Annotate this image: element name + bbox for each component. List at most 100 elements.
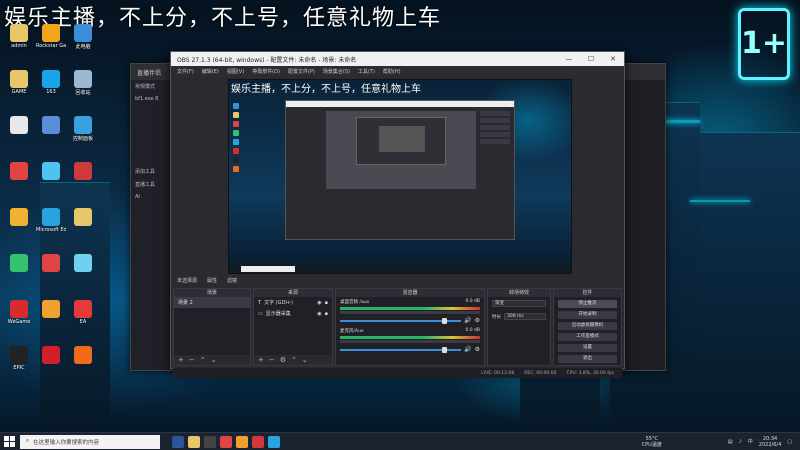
desktop-icon[interactable]: GAME (4, 70, 34, 95)
app-taskbar-icon[interactable] (252, 435, 264, 448)
start-button[interactable] (0, 433, 18, 450)
source-item[interactable]: ▭ 显示器采集 ◉ ▪ (254, 308, 332, 319)
app-taskbar-icon[interactable] (220, 435, 232, 448)
brand-sign: 1+ (738, 8, 790, 80)
speaker-icon[interactable]: 🔊 (464, 346, 471, 353)
menu-tools[interactable]: 工具(T) (358, 68, 375, 75)
desktop-icon[interactable] (68, 208, 98, 227)
desktop-icon[interactable] (4, 116, 34, 135)
menu-profile[interactable]: 配置文件(P) (288, 68, 315, 75)
obs-window[interactable]: OBS 27.1.3 (64-bit, windows) - 配置文件: 未命名… (170, 51, 625, 378)
desktop-icon[interactable]: EPIC (4, 346, 34, 371)
obs-preview[interactable]: 娱乐主播，不上分，不上号，任意礼物上车 (228, 79, 572, 274)
desktop-icon[interactable] (68, 254, 98, 273)
volume-slider[interactable] (340, 317, 462, 324)
obs-taskbar-icon[interactable] (204, 435, 216, 448)
eye-icon[interactable]: ◉ (317, 300, 321, 306)
duration-input[interactable]: 300 ms (504, 313, 546, 320)
source-label: 文字 (GDI+) (264, 300, 293, 306)
desktop-icon[interactable]: Microsoft Edge (36, 208, 66, 233)
windows-icon (3, 436, 15, 447)
settings-button[interactable]: 设置 (558, 344, 617, 352)
desktop-icon[interactable] (4, 162, 34, 181)
desktop-icon[interactable]: EA (68, 300, 98, 325)
close-icon[interactable]: ✕ (602, 55, 624, 63)
desktop-icon[interactable]: 163 (36, 70, 66, 95)
window-title: 直播伴侣 (137, 69, 162, 77)
desktop-icon[interactable] (4, 208, 34, 227)
desktop-icon[interactable] (68, 346, 98, 365)
maximize-icon[interactable]: ☐ (580, 55, 602, 63)
desktop-icon[interactable]: 此电脑 (68, 24, 98, 50)
menu-edit[interactable]: 编辑(E) (202, 68, 219, 75)
cpu-temperature[interactable]: 55°C CPU温度 (642, 436, 662, 448)
exit-button[interactable]: 退出 (558, 355, 617, 363)
source-label: 显示器采集 (265, 311, 291, 317)
add-icon[interactable]: + (178, 356, 184, 364)
virtual-camera-button[interactable]: 启动虚拟摄像机 (558, 322, 617, 330)
app-taskbar-icon[interactable] (236, 435, 248, 448)
gear-icon[interactable]: ⚙ (475, 317, 480, 324)
search-icon: ⌕ (26, 438, 30, 444)
sidebar-item-game[interactable]: bf1.exe 8 (131, 93, 174, 105)
sidebar-item-live-tools[interactable]: 直播工具 (131, 178, 174, 191)
menu-scene-collection[interactable]: 场景集合(S) (323, 68, 350, 75)
studio-mode-button[interactable]: 工作室模式 (558, 333, 617, 341)
menu-help[interactable]: 帮助(H) (383, 68, 401, 75)
desktop-icon[interactable]: WeGame (4, 300, 34, 325)
network-icon[interactable]: ▤ (728, 439, 733, 445)
desktop-icon[interactable]: 回收站 (68, 70, 98, 96)
chevron-down-icon[interactable]: ⌄ (302, 356, 308, 364)
taskbar-search-input[interactable]: ⌕ 在这里输入你要搜索的内容 (20, 434, 160, 449)
speaker-icon[interactable]: 🔊 (464, 317, 471, 324)
desktop-icon[interactable] (36, 254, 66, 273)
notification-icon[interactable]: ▢ (787, 439, 792, 445)
task-view-icon[interactable] (172, 435, 184, 448)
sidebar-item-ai[interactable]: AI (131, 191, 174, 203)
nested-obs-window (285, 100, 515, 240)
search-placeholder: 在这里输入你要搜索的内容 (33, 439, 100, 446)
gear-icon[interactable]: ⚙ (475, 346, 480, 353)
desktop-icon[interactable] (36, 116, 66, 135)
minimize-icon[interactable]: — (558, 55, 580, 63)
desktop-icon[interactable] (36, 346, 66, 365)
desktop-icon[interactable] (36, 300, 66, 319)
transition-select[interactable]: 渐变 (492, 300, 546, 307)
app-icon (74, 300, 92, 318)
app-icon (10, 208, 28, 226)
menu-view[interactable]: 视图(V) (227, 68, 244, 75)
speaker-icon[interactable]: ♪ (739, 439, 742, 445)
properties-button[interactable]: 属性 (207, 277, 217, 284)
lock-icon[interactable]: ▪ (325, 311, 328, 317)
sidebar-item-add-tool[interactable]: 添加工具 (131, 165, 174, 178)
remove-icon[interactable]: − (189, 356, 195, 364)
eye-icon[interactable]: ◉ (317, 311, 321, 317)
scene-item[interactable]: 场景 2 (174, 297, 250, 308)
lock-icon[interactable]: ▪ (325, 300, 328, 306)
desktop-icon[interactable]: 控制面板 (68, 116, 98, 142)
app-taskbar-icon[interactable] (268, 435, 280, 448)
menu-file[interactable]: 文件(F) (177, 68, 194, 75)
gear-icon[interactable]: ⚙ (280, 356, 286, 364)
menu-docks[interactable]: 停靠部件(D) (252, 68, 280, 75)
desktop-icon[interactable] (68, 162, 98, 181)
desktop-icon[interactable]: Rockstar Games (36, 24, 66, 49)
volume-slider[interactable] (340, 346, 462, 353)
file-explorer-icon[interactable] (188, 435, 200, 448)
desktop-icon[interactable]: admin (4, 24, 34, 49)
clock[interactable]: 20:34 2022/6/4 (759, 436, 781, 448)
desktop-icon[interactable] (4, 254, 34, 273)
chevron-up-icon[interactable]: ⌃ (200, 356, 206, 364)
remove-icon[interactable]: − (269, 356, 275, 364)
add-icon[interactable]: + (258, 356, 264, 364)
desktop-icon[interactable] (36, 162, 66, 181)
sidebar-item-mode[interactable]: 常规模式 (131, 80, 174, 93)
chevron-up-icon[interactable]: ⌃ (291, 356, 297, 364)
stop-streaming-button[interactable]: 停止推流 (558, 300, 617, 308)
chevron-down-icon[interactable]: ⌄ (211, 356, 217, 364)
start-recording-button[interactable]: 开始录制 (558, 311, 617, 319)
filters-button[interactable]: 滤镜 (227, 277, 237, 284)
source-item[interactable]: T 文字 (GDI+) ◉ ▪ (254, 297, 332, 308)
app-icon (42, 116, 60, 134)
language-indicator[interactable]: 中 (748, 438, 753, 445)
